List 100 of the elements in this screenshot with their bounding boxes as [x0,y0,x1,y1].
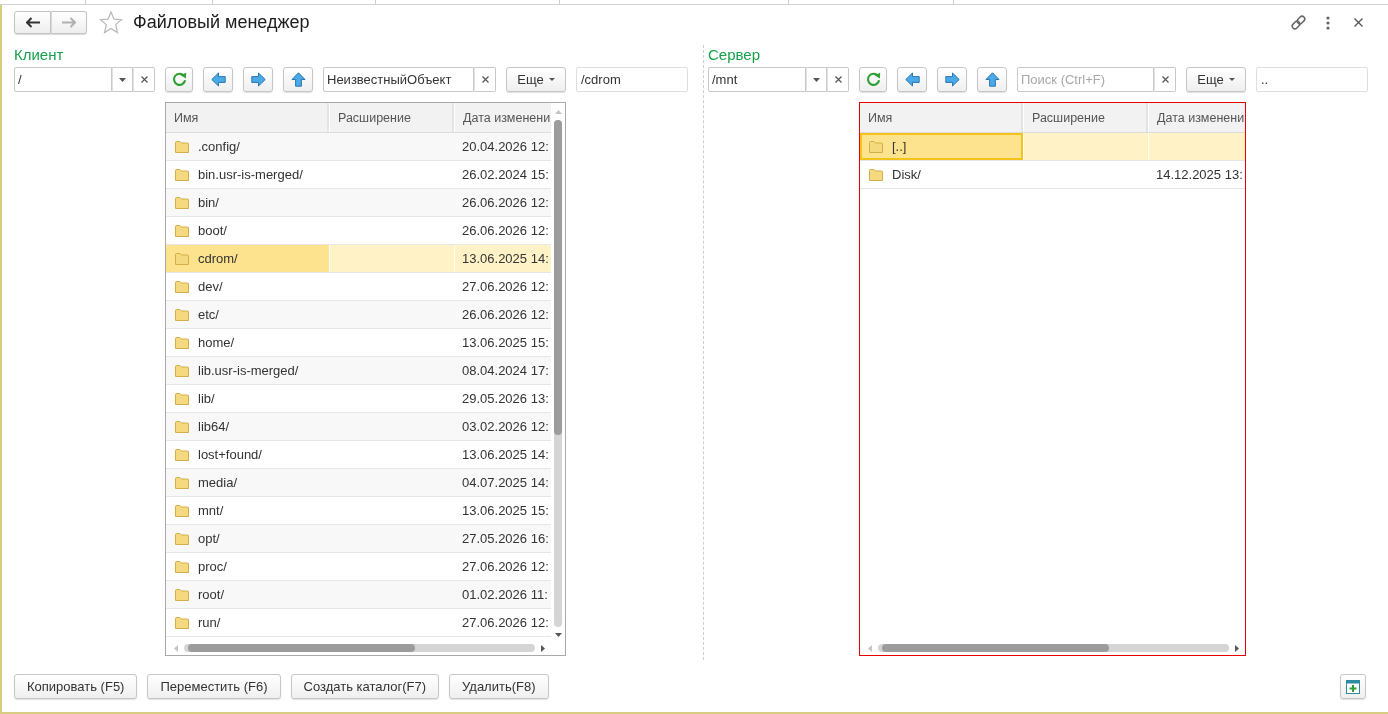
more-button[interactable]: Еще [1186,67,1246,92]
scrollbar-thumb[interactable] [554,120,562,435]
action-button[interactable]: Создать каталог(F7) [290,674,440,699]
refresh-button[interactable] [859,67,887,92]
search-field[interactable]: НеизвестныйОбъект [323,67,474,92]
modified-date: 13.06.2025 15: [462,503,549,518]
window-plus-icon [1346,679,1360,694]
modified-date: 13.06.2025 14: [462,251,549,266]
modified-date: 26.06.2026 12: [462,195,549,210]
right-triangle-icon[interactable] [541,644,545,652]
clear-button[interactable] [827,67,849,92]
refresh-button[interactable] [165,67,193,92]
forward-button[interactable] [937,67,967,92]
clear-button[interactable] [474,67,496,92]
right-block-arrow-icon [944,72,960,87]
right-triangle-icon[interactable] [1235,644,1239,652]
scrollbar-thumb[interactable] [188,644,415,652]
action-button[interactable]: Копировать (F5) [14,674,138,699]
file-name: home/ [198,335,235,350]
path-input[interactable]: /mnt [708,67,806,92]
modified-date: 13.06.2025 15: [462,335,549,350]
column-header[interactable]: Имя [166,103,330,132]
folder-icon [175,448,189,461]
left-triangle-icon[interactable] [174,644,178,652]
action-button[interactable]: Удалить(F8) [449,674,549,699]
file-row[interactable]: bin/ 26.06.2026 12: [166,189,551,217]
folder-icon [175,336,189,349]
file-name: bin.usr-is-merged/ [198,167,303,182]
file-row[interactable]: [..] [860,133,1245,161]
column-header[interactable]: Расширение [1024,103,1149,132]
file-name: .config/ [198,139,240,154]
close-icon [140,76,148,83]
up-triangle-icon[interactable] [554,110,562,114]
column-header[interactable]: Имя [860,103,1024,132]
folder-icon [175,168,189,181]
folder-icon [175,504,189,517]
search-field[interactable]: Поиск (Ctrl+F) [1017,67,1154,92]
caret-down-icon [119,77,126,82]
close-icon [1161,76,1169,83]
column-header[interactable]: Дата изменени [1149,103,1245,132]
clear-button[interactable] [133,67,155,92]
file-name: cdrom/ [198,251,238,266]
column-header[interactable]: Расширение [330,103,455,132]
star-icon[interactable] [99,11,123,34]
modified-date: 14.12.2025 13: [1156,167,1243,182]
file-name: dev/ [198,279,223,294]
clear-button[interactable] [1154,67,1176,92]
modified-date: 27.05.2026 16: [462,531,549,546]
file-row[interactable]: lib.usr-is-merged/ 08.04.2024 17: [166,357,551,385]
file-name: mnt/ [198,503,224,518]
file-name: bin/ [198,195,219,210]
right-block-arrow-icon [250,72,266,87]
file-name: lib.usr-is-merged/ [198,363,299,378]
modified-date: 27.06.2026 12: [462,559,549,574]
modified-date: 08.04.2024 17: [462,363,549,378]
folder-icon [869,140,883,153]
file-name: [..] [892,139,907,154]
up-button[interactable] [977,67,1007,92]
scrollbar-track[interactable] [554,120,562,627]
path-field[interactable]: .. [1256,67,1368,92]
folder-icon [175,308,189,321]
column-header[interactable]: Дата изменени [455,103,551,132]
back-button[interactable] [14,11,51,34]
file-name: proc/ [198,559,227,574]
modified-date: 26.06.2026 12: [462,223,549,238]
up-button[interactable] [283,67,313,92]
action-button[interactable]: Переместить (F6) [147,674,281,699]
modified-date: 04.07.2025 14: [462,475,549,490]
modified-date: 03.02.2026 12: [462,419,549,434]
left-triangle-icon[interactable] [868,644,872,652]
file-name: lost+found/ [198,447,262,462]
forward-button[interactable] [243,67,273,92]
folder-icon [175,224,189,237]
folder-icon [175,616,189,629]
file-row[interactable]: media/ 04.07.2025 14: [166,469,551,497]
file-row[interactable]: root/ 01.02.2026 11: [166,581,551,609]
dropdown-button[interactable] [806,67,827,92]
dropdown-button[interactable] [112,67,133,92]
new-window-button[interactable] [1340,674,1366,699]
scrollbar-track[interactable] [184,644,535,652]
modified-date: 20.04.2026 12: [462,139,549,154]
up-block-arrow-icon [984,72,1000,87]
path-input[interactable]: / [14,67,112,92]
folder-icon [175,280,189,293]
folder-icon [175,392,189,405]
file-row[interactable]: cdrom/ 13.06.2025 14: [166,245,551,273]
file-row[interactable]: etc/ 26.06.2026 12: [166,301,551,329]
file-row[interactable]: lib64/ 03.02.2026 12: [166,413,551,441]
link-button[interactable] [1288,12,1308,33]
more-button[interactable]: Еще [506,67,566,92]
scrollbar-thumb[interactable] [882,644,1109,652]
path-field[interactable]: /cdrom [576,67,688,92]
caret-down-icon [548,78,555,81]
modified-date: 27.06.2026 12: [462,279,549,294]
down-triangle-icon[interactable] [554,633,562,637]
folder-icon [175,588,189,601]
file-row[interactable]: .config/ 20.04.2026 12: [166,133,551,161]
file-row[interactable]: opt/ 27.05.2026 16: [166,525,551,553]
scrollbar-track[interactable] [878,644,1229,652]
refresh-icon [865,72,881,87]
